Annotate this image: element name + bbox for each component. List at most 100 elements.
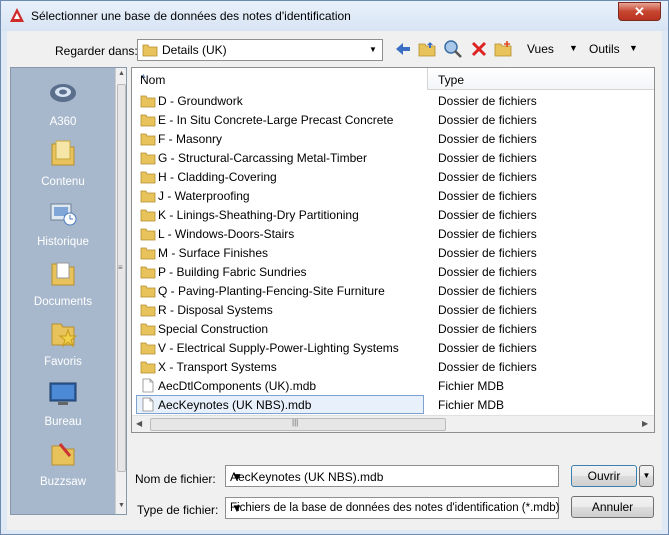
row-type: Dossier de fichiers [438, 189, 537, 203]
folder-icon [140, 340, 156, 355]
row-name: Q - Paving-Planting-Fencing-Site Furnitu… [158, 284, 385, 298]
place-documents[interactable]: Documents [11, 254, 115, 314]
search-web-icon[interactable] [443, 39, 463, 59]
row-type: Dossier de fichiers [438, 208, 537, 222]
row-name: K - Linings-Sheathing-Dry Partitioning [158, 208, 359, 222]
places-scrollbar[interactable]: ▲ ≡ ▼ [115, 68, 126, 514]
row-name: X - Transport Systems [158, 360, 277, 374]
file-name-field[interactable]: AecKeynotes (UK NBS).mdb ▼ [225, 465, 559, 487]
folder-row[interactable]: D - Groundwork Dossier de fichiers [132, 91, 654, 110]
place-a360[interactable]: A360 [11, 74, 115, 134]
row-type: Dossier de fichiers [438, 113, 537, 127]
place-favoris[interactable]: Favoris [11, 314, 115, 374]
back-arrow-icon[interactable] [393, 39, 413, 59]
places-list: A360 Contenu Historique Documents Favoris Bur… [11, 68, 115, 514]
row-name: R - Disposal Systems [158, 303, 273, 317]
folder-row[interactable]: L - Windows-Doors-Stairs Dossier de fichi… [132, 224, 654, 243]
row-name: P - Building Fabric Sundries [158, 265, 307, 279]
look-in-label: Regarder dans: [55, 44, 138, 58]
row-type: Dossier de fichiers [438, 246, 537, 260]
delete-icon[interactable] [469, 39, 489, 59]
grip-icon: ||| [292, 418, 299, 427]
folder-row[interactable]: F - Masonry Dossier de fichiers [132, 129, 654, 148]
row-name: AecKeynotes (UK NBS).mdb [158, 398, 312, 412]
row-type: Dossier de fichiers [438, 151, 537, 165]
folder-row[interactable]: K - Linings-Sheathing-Dry Partitioning Do… [132, 205, 654, 224]
place-historique[interactable]: Historique [11, 194, 115, 254]
folder-row[interactable]: H - Cladding-Covering Dossier de fichiers [132, 167, 654, 186]
row-name: V - Electrical Supply-Power-Lighting Sys… [158, 341, 399, 355]
history-icon [48, 198, 78, 228]
place-label: Buzzsaw [39, 476, 87, 488]
look-in-combo[interactable]: Details (UK) ▼ [137, 39, 383, 61]
row-type: Dossier de fichiers [438, 341, 537, 355]
folder-row[interactable]: Special Construction Dossier de fichiers [132, 319, 654, 338]
place-label: Documents [33, 296, 93, 308]
horizontal-scrollbar[interactable]: ◀ ||| ▶ [132, 415, 654, 432]
folder-icon [140, 112, 156, 127]
file-dialog-window: Sélectionner une base de données des not… [0, 0, 669, 535]
chevron-down-icon[interactable]: ▼ [366, 43, 380, 57]
folder-icon [140, 188, 156, 203]
scroll-up-icon[interactable]: ▲ [116, 70, 127, 77]
look-in-value: Details (UK) [162, 43, 227, 57]
row-name: E - In Situ Concrete-Large Precast Concr… [158, 113, 394, 127]
folder-icon [140, 169, 156, 184]
folder-row[interactable]: G - Structural-Carcassing Metal-Timber Do… [132, 148, 654, 167]
close-icon: ✕ [634, 4, 645, 19]
row-name: J - Waterproofing [158, 189, 250, 203]
new-folder-icon[interactable] [493, 39, 513, 59]
folder-row[interactable]: E - In Situ Concrete-Large Precast Concr… [132, 110, 654, 129]
row-type: Dossier de fichiers [438, 360, 537, 374]
scroll-left-icon[interactable]: ◀ [136, 419, 142, 428]
file-row[interactable]: AecKeynotes (UK NBS).mdb Fichier MDB [132, 395, 654, 414]
chevron-down-icon[interactable]: ▼ [230, 502, 244, 516]
open-options-chevron-down-icon[interactable]: ▼ [639, 465, 654, 487]
folder-row[interactable]: Q - Paving-Planting-Fencing-Site Furnitu… [132, 281, 654, 300]
folder-row[interactable]: X - Transport Systems Dossier de fichiers [132, 357, 654, 376]
row-type: Fichier MDB [438, 398, 505, 412]
views-chevron-down-icon[interactable]: ▼ [569, 43, 578, 53]
place-bureau[interactable]: Bureau [11, 374, 115, 434]
folder-icon [140, 321, 156, 336]
scroll-down-icon[interactable]: ▼ [116, 502, 127, 509]
folder-row[interactable]: V - Electrical Supply-Power-Lighting Sys… [132, 338, 654, 357]
cancel-button[interactable]: Annuler [571, 496, 654, 518]
folder-icon [140, 131, 156, 146]
folder-icon [140, 207, 156, 222]
places-scroll-thumb[interactable] [117, 84, 126, 472]
row-type: Fichier MDB [438, 379, 505, 393]
row-type: Dossier de fichiers [438, 170, 537, 184]
chevron-down-icon[interactable]: ▼ [230, 470, 244, 484]
file-row[interactable]: AecDtlComponents (UK).mdb Fichier MDB [132, 376, 654, 395]
row-name: AecDtlComponents (UK).mdb [158, 379, 317, 393]
row-name: G - Structural-Carcassing Metal-Timber [158, 151, 367, 165]
column-header-name[interactable]: ▲ Nom [132, 68, 428, 90]
views-menu[interactable]: Vues [527, 42, 554, 56]
row-type: Dossier de fichiers [438, 303, 537, 317]
open-button[interactable]: Ouvrir [571, 465, 637, 487]
row-name: H - Cladding-Covering [158, 170, 277, 184]
row-type: Dossier de fichiers [438, 227, 537, 241]
folder-row[interactable]: P - Building Fabric Sundries Dossier de f… [132, 262, 654, 281]
place-label: Favoris [44, 356, 82, 368]
close-button[interactable]: ✕ [618, 2, 661, 21]
folder-icon [140, 359, 156, 374]
row-type: Dossier de fichiers [438, 284, 537, 298]
place-buzzsaw[interactable]: Buzzsaw [11, 434, 115, 494]
places-sidebar: A360 Contenu Historique Documents Favoris Bur… [10, 67, 127, 515]
row-name: M - Surface Finishes [158, 246, 269, 260]
folder-icon [140, 245, 156, 260]
folder-row[interactable]: J - Waterproofing Dossier de fichiers [132, 186, 654, 205]
place-contenu[interactable]: Contenu [11, 134, 115, 194]
up-folder-icon[interactable] [417, 39, 437, 59]
tools-chevron-down-icon[interactable]: ▼ [629, 43, 638, 53]
file-type-select[interactable]: Fichiers de la base de données des notes… [225, 497, 560, 519]
row-type: Dossier de fichiers [438, 132, 537, 146]
file-name-value: AecKeynotes (UK NBS).mdb [230, 470, 384, 484]
folder-row[interactable]: M - Surface Finishes Dossier de fichiers [132, 243, 654, 262]
tools-menu[interactable]: Outils [589, 42, 620, 56]
scroll-right-icon[interactable]: ▶ [642, 419, 648, 428]
folder-row[interactable]: R - Disposal Systems Dossier de fichiers [132, 300, 654, 319]
dialog-body: Regarder dans: Details (UK) ▼ Vues ▼ Out… [7, 31, 662, 530]
